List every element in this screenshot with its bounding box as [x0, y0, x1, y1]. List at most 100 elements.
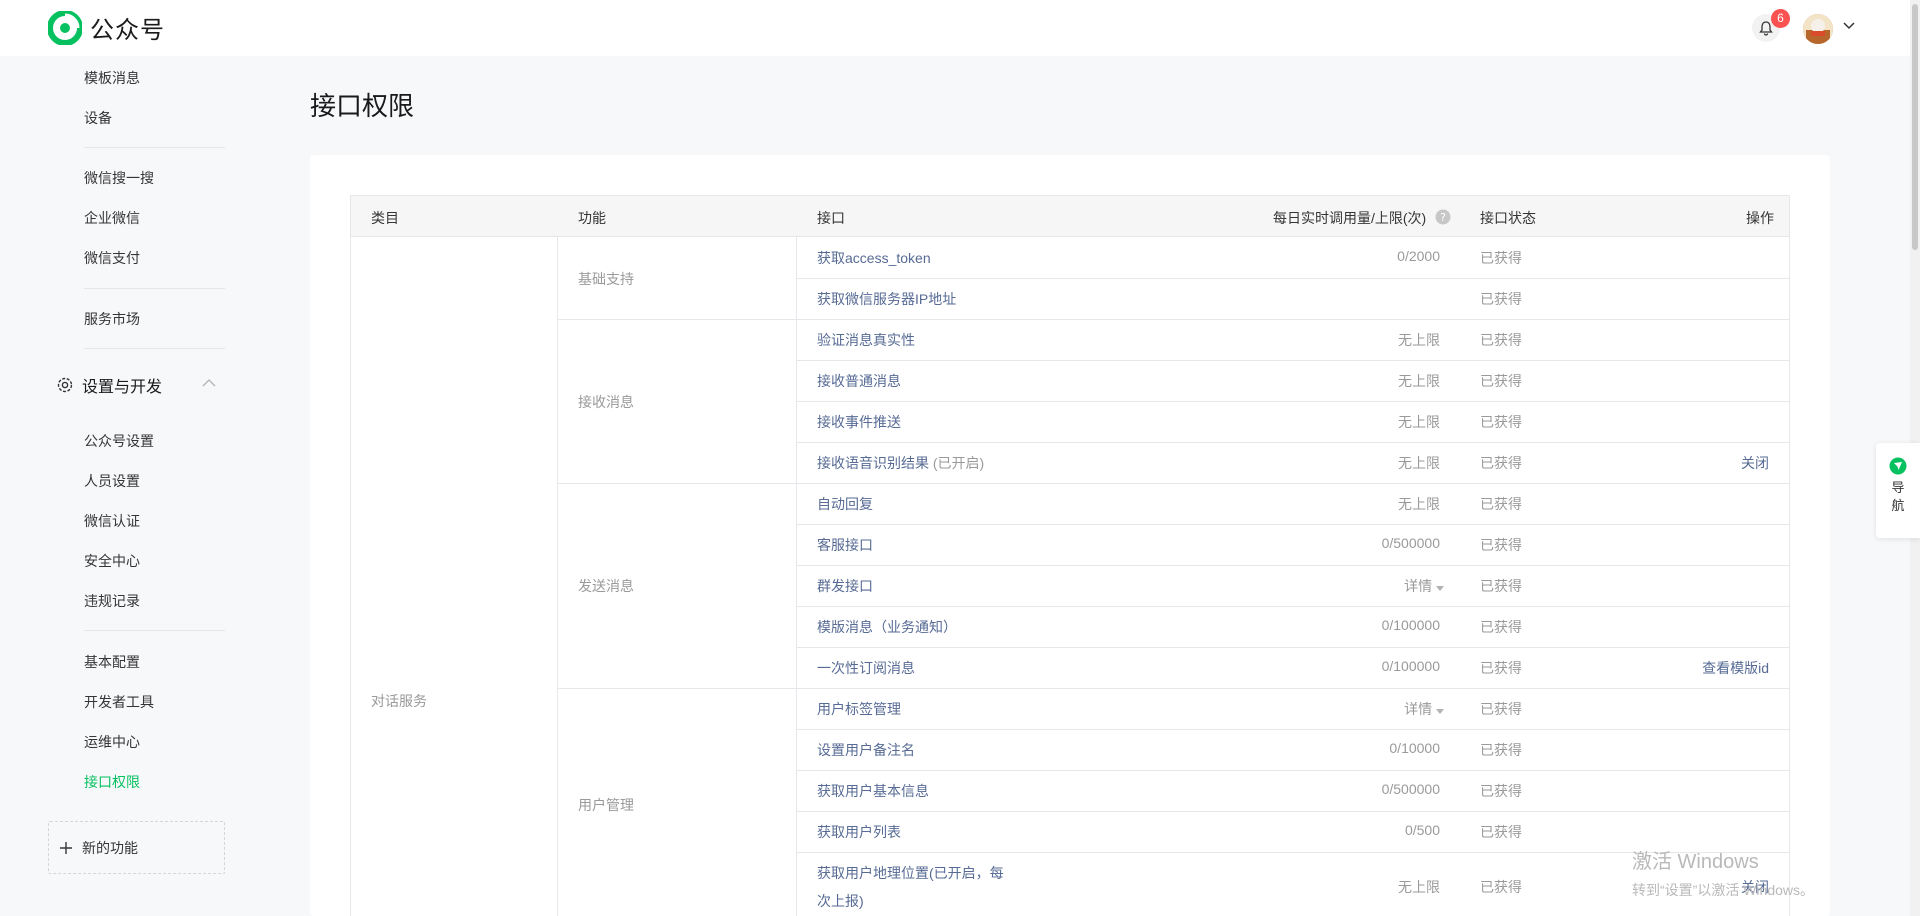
- sidebar-item-api-permissions[interactable]: 接口权限: [84, 772, 140, 792]
- navigation-icon: [1889, 457, 1907, 475]
- api-name-link[interactable]: 接收语音识别结果 (已开启): [817, 453, 984, 473]
- api-name-link[interactable]: 获取微信服务器IP地址: [817, 289, 956, 309]
- api-name-link[interactable]: 用户标签管理: [817, 699, 901, 719]
- sidebar-divider: [84, 630, 225, 631]
- api-name-link[interactable]: 自动回复: [817, 494, 873, 514]
- sidebar-item-member-settings[interactable]: 人员设置: [84, 471, 140, 491]
- api-status: 已获得: [1480, 537, 1522, 553]
- api-name-link[interactable]: 获取用户基本信息: [817, 781, 929, 801]
- table-row: 一次性订阅消息 0/100000 已获得 查看模版id: [796, 647, 1789, 688]
- table-header: 类目 功能 接口 每日实时调用量/上限(次) ? 接口状态 操作: [351, 196, 1789, 237]
- new-feature-button[interactable]: 新的功能: [48, 821, 225, 874]
- sidebar-divider: [84, 348, 225, 349]
- sidebar-group-settings-dev[interactable]: 设置与开发: [56, 370, 226, 400]
- plus-icon: [60, 841, 72, 854]
- sidebar-item-wecom[interactable]: 企业微信: [84, 208, 140, 228]
- function-label: 用户管理: [578, 797, 634, 813]
- page-scrollbar-thumb[interactable]: [1912, 4, 1918, 250]
- close-link[interactable]: 关闭: [1741, 453, 1769, 473]
- header-function: 功能: [578, 210, 606, 226]
- page-title: 接口权限: [310, 91, 415, 121]
- table-row: 用户标签管理 详情 已获得: [796, 688, 1789, 729]
- svg-text:?: ?: [1440, 211, 1446, 224]
- api-name-link[interactable]: 设置用户备注名: [817, 740, 915, 760]
- api-name-link[interactable]: 获取access_token: [817, 248, 931, 268]
- api-quota: 0/100000: [1381, 658, 1440, 674]
- gear-icon: [57, 377, 73, 393]
- chevron-down-icon[interactable]: [1843, 22, 1855, 30]
- sidebar-item-violation-records[interactable]: 违规记录: [84, 591, 140, 611]
- watermark-subtitle: 转到“设置”以激活 Windows。: [1632, 882, 1815, 898]
- new-feature-label: 新的功能: [82, 839, 138, 856]
- api-quota: 0/100000: [1381, 617, 1440, 633]
- api-name-link[interactable]: 接收事件推送: [817, 412, 901, 432]
- api-quota: 无上限: [1398, 332, 1440, 348]
- avatar[interactable]: [1803, 14, 1833, 44]
- api-status: 已获得: [1480, 824, 1522, 840]
- top-bar: 公众号 6: [0, 0, 1920, 56]
- logo[interactable]: 公众号: [48, 10, 165, 45]
- quota-detail-dropdown[interactable]: 详情: [1404, 699, 1444, 719]
- api-name-link[interactable]: 验证消息真实性: [817, 330, 915, 350]
- api-quota: 0/10000: [1389, 740, 1440, 756]
- floating-nav-label: 导航: [1891, 480, 1905, 513]
- sidebar-item-device[interactable]: 设备: [84, 108, 112, 128]
- chevron-up-icon[interactable]: [202, 378, 216, 387]
- api-status: 已获得: [1480, 496, 1522, 512]
- sidebar-item-account-settings[interactable]: 公众号设置: [84, 431, 154, 451]
- floating-nav-button[interactable]: 导航: [1876, 443, 1920, 538]
- api-status: 已获得: [1480, 742, 1522, 758]
- api-quota: 无上限: [1398, 414, 1440, 430]
- sidebar-item-service-market[interactable]: 服务市场: [84, 309, 140, 329]
- api-name-link[interactable]: 群发接口: [817, 576, 873, 596]
- table-row: 接收语音识别结果 (已开启) 无上限 已获得 关闭: [796, 442, 1789, 483]
- sidebar-divider: [84, 147, 225, 148]
- avatar-image: [1803, 14, 1833, 44]
- api-name-link[interactable]: 模版消息（业务通知）: [817, 617, 957, 637]
- quota-detail-dropdown[interactable]: 详情: [1404, 576, 1444, 596]
- sidebar-item-security-center[interactable]: 安全中心: [84, 551, 140, 571]
- sidebar-item-developer-tools[interactable]: 开发者工具: [84, 692, 154, 712]
- api-permission-table: 类目 功能 接口 每日实时调用量/上限(次) ? 接口状态 操作 对话服务 基础…: [350, 195, 1790, 916]
- sidebar-item-wechat-search[interactable]: 微信搜一搜: [84, 168, 154, 188]
- api-name-link[interactable]: 接收普通消息: [817, 371, 901, 391]
- function-label: 发送消息: [578, 578, 634, 594]
- table-row: 设置用户备注名 0/10000 已获得: [796, 729, 1789, 770]
- api-name-link[interactable]: 一次性订阅消息: [817, 658, 915, 678]
- sidebar-item-basic-config[interactable]: 基本配置: [84, 652, 140, 672]
- api-name-line2: 次上报): [817, 893, 864, 909]
- sidebar-item-wechat-verification[interactable]: 微信认证: [84, 511, 140, 531]
- column-divider: [557, 237, 558, 916]
- wechat-official-account-logo-icon: [48, 10, 82, 45]
- view-template-id-link[interactable]: 查看模版id: [1702, 658, 1769, 678]
- api-name-link[interactable]: 获取用户地理位置(已开启，每 次上报): [817, 859, 1004, 915]
- api-quota: 0/500000: [1381, 781, 1440, 797]
- api-quota: 无上限: [1398, 455, 1440, 471]
- table-row: 客服接口 0/500000 已获得: [796, 524, 1789, 565]
- api-quota: 无上限: [1398, 373, 1440, 389]
- api-quota: 0/2000: [1397, 248, 1440, 264]
- api-name-text: 接收语音识别结果: [817, 455, 929, 471]
- header-api: 接口: [817, 210, 845, 226]
- api-quota: 0/500000: [1381, 535, 1440, 551]
- category-label: 对话服务: [371, 693, 427, 709]
- api-quota: 无上限: [1398, 496, 1440, 512]
- api-status: 已获得: [1480, 455, 1522, 471]
- content-card: 类目 功能 接口 每日实时调用量/上限(次) ? 接口状态 操作 对话服务 基础…: [310, 155, 1830, 916]
- api-status: 已获得: [1480, 660, 1522, 676]
- api-name-suffix: (已开启): [932, 455, 985, 471]
- help-icon[interactable]: ?: [1435, 209, 1451, 225]
- sidebar-item-template-message[interactable]: 模板消息: [84, 68, 140, 88]
- api-name-link[interactable]: 客服接口: [817, 535, 873, 555]
- sidebar-item-wechat-pay[interactable]: 微信支付: [84, 248, 140, 268]
- function-label: 接收消息: [578, 394, 634, 410]
- api-name-link[interactable]: 获取用户列表: [817, 822, 901, 842]
- api-status: 已获得: [1480, 250, 1522, 266]
- sidebar: 模板消息 设备 微信搜一搜 企业微信 微信支付 服务市场 设置与开发 公众号设置…: [0, 56, 280, 916]
- sidebar-item-ops-center[interactable]: 运维中心: [84, 732, 140, 752]
- api-status: 已获得: [1480, 701, 1522, 717]
- table-row: 自动回复 无上限 已获得: [796, 483, 1789, 524]
- api-status: 已获得: [1480, 291, 1522, 307]
- api-status: 已获得: [1480, 414, 1522, 430]
- caret-down-icon: [1436, 586, 1444, 591]
